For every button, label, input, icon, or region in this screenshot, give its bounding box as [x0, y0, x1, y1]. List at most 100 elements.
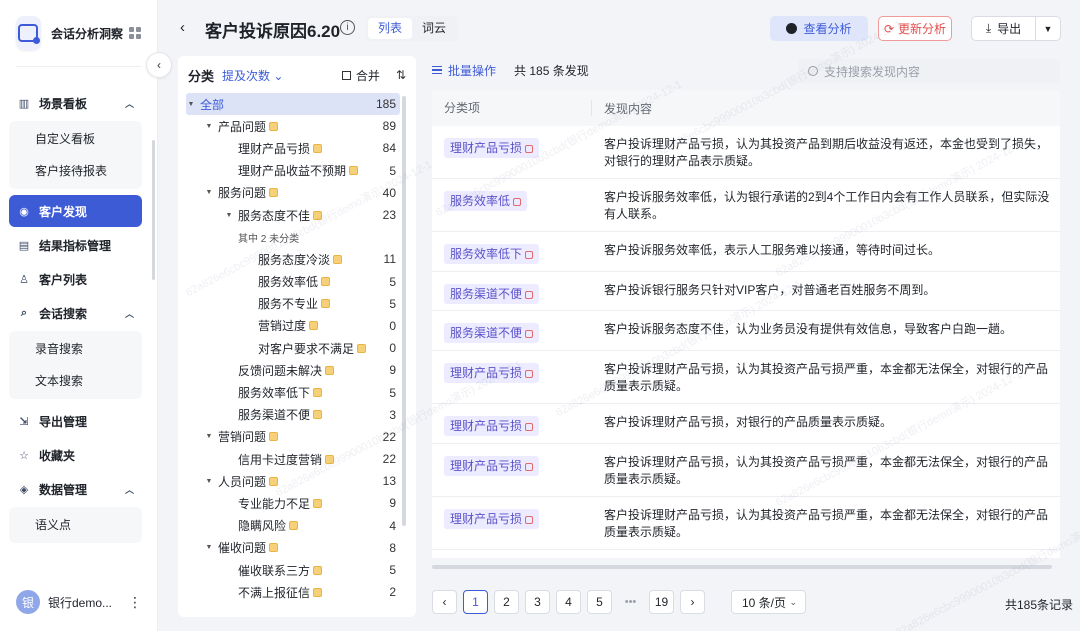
- tree-node[interactable]: 反馈问题未解决 9: [186, 359, 400, 381]
- caret-down-icon[interactable]: ▼: [204, 478, 214, 485]
- tag-edit-icon[interactable]: [513, 197, 522, 206]
- caret-down-icon[interactable]: ▼: [204, 433, 214, 440]
- tree-scrollbar[interactable]: [402, 96, 406, 526]
- tag-edit-icon[interactable]: [525, 369, 534, 378]
- table-row[interactable]: 理财产品亏损 客户投诉理财产品亏损，认为其投资产品亏损严重，本金都无法保全，对银行…: [432, 497, 1060, 550]
- app-grid-icon[interactable]: [129, 27, 141, 39]
- sidebar-item-6[interactable]: ☆ 收藏夹: [9, 439, 142, 471]
- tree-node[interactable]: 隐瞒风险 4: [186, 515, 400, 537]
- tree-node[interactable]: 服务效率低下 5: [186, 381, 400, 403]
- caret-down-icon[interactable]: ▼: [204, 544, 214, 551]
- page-button-last[interactable]: 19: [649, 590, 674, 614]
- tree-node[interactable]: 信用卡过度营销 22: [186, 448, 400, 470]
- view-analysis-button[interactable]: 查看分析: [770, 16, 868, 41]
- horizontal-scrollbar[interactable]: [432, 565, 1052, 569]
- avatar[interactable]: 银: [16, 590, 40, 614]
- page-size-select[interactable]: 10 条/页 ⌄: [731, 590, 806, 614]
- table-row[interactable]: 理财产品亏损 客户投诉理财产品亏损，认为其投资产品亏损严重，本金都无法保全，对银行…: [432, 351, 1060, 404]
- page-button[interactable]: 1: [463, 590, 488, 614]
- sort-order-icon[interactable]: ⇅: [396, 68, 406, 82]
- prev-page-button[interactable]: ‹: [432, 590, 457, 614]
- tree-node[interactable]: 理财产品收益不预期 5: [186, 160, 400, 182]
- tree-node[interactable]: 营销过度 0: [186, 315, 400, 337]
- tree-node[interactable]: 理财产品亏损 84: [186, 137, 400, 159]
- category-tag[interactable]: 服务效率低: [444, 191, 528, 211]
- batch-operation-button[interactable]: 批量操作: [432, 62, 496, 79]
- tree-node[interactable]: ▼ 催收问题 8: [186, 537, 400, 559]
- category-tag[interactable]: 理财产品亏损: [444, 416, 540, 436]
- sidebar-item-7[interactable]: ◈ 数据管理 ︿: [9, 473, 142, 505]
- tag-edit-icon[interactable]: [525, 422, 534, 431]
- table-row[interactable]: 理财产品亏损 客户投诉理财产品亏损，对银行的产品质量表示质疑。: [432, 404, 1060, 444]
- tab-wordcloud[interactable]: 词云: [412, 18, 456, 39]
- table-row[interactable]: 服务效率低 客户投诉服务效率低，认为银行承诺的2到4个工作日内会有工作人员联系，但…: [432, 179, 1060, 232]
- tree-node[interactable]: 服务效率低 5: [186, 271, 400, 293]
- tree-node[interactable]: 催收联系三方 5: [186, 559, 400, 581]
- category-tag[interactable]: 理财产品亏损: [444, 456, 540, 476]
- caret-down-icon[interactable]: ▼: [186, 101, 196, 108]
- category-tag[interactable]: 服务效率低下: [444, 244, 540, 264]
- category-tag[interactable]: 服务渠道不便: [444, 323, 540, 343]
- tag-edit-icon[interactable]: [525, 515, 534, 524]
- collapse-sidebar-button[interactable]: ‹: [146, 52, 172, 78]
- user-profile[interactable]: 银 银行demo... ⋮: [0, 573, 157, 631]
- sidebar-subitem[interactable]: 录音搜索: [9, 333, 142, 365]
- table-row[interactable]: 服务渠道不便 客户投诉银行服务只针对VIP客户，对普通老百姓服务不周到。: [432, 272, 1060, 311]
- caret-down-icon[interactable]: ▼: [204, 189, 214, 196]
- sidebar-item-4[interactable]: ⌕ 会话搜索 ︿: [9, 297, 142, 329]
- tree-node[interactable]: ▼ 服务态度不佳 23: [186, 204, 400, 226]
- search-input[interactable]: 支持搜索发现内容: [798, 59, 1060, 83]
- tag-edit-icon[interactable]: [525, 462, 534, 471]
- category-tag[interactable]: 服务渠道不便: [444, 284, 540, 304]
- tag-edit-icon[interactable]: [525, 290, 534, 299]
- update-analysis-button[interactable]: ⟳ 更新分析: [878, 16, 952, 41]
- export-main[interactable]: ⤓ 导出: [972, 17, 1036, 40]
- category-tag[interactable]: 理财产品亏损: [444, 138, 540, 158]
- tree-node[interactable]: ▼ 人员问题 13: [186, 470, 400, 492]
- tree-node[interactable]: ▼ 全部 185: [186, 93, 400, 116]
- sidebar-item-2[interactable]: ▤ 结果指标管理: [9, 229, 142, 261]
- page-button[interactable]: 5: [587, 590, 612, 614]
- sidebar-item-3[interactable]: ♙ 客户列表: [9, 263, 142, 295]
- sidebar-item-5[interactable]: ⇲ 导出管理: [9, 405, 142, 437]
- tag-edit-icon[interactable]: [525, 250, 534, 259]
- tab-list[interactable]: 列表: [368, 18, 413, 39]
- table-row[interactable]: 服务渠道不便 客户投诉服务态度不佳，认为业务员没有提供有效信息，导致客户白跑一趟。: [432, 311, 1060, 351]
- chevron-up-icon[interactable]: ︿: [125, 483, 134, 496]
- sidebar-subitem[interactable]: 自定义看板: [9, 123, 142, 155]
- tree-node[interactable]: 服务态度冷淡 11: [186, 248, 400, 270]
- page-button[interactable]: 4: [556, 590, 581, 614]
- chevron-up-icon[interactable]: ︿: [125, 97, 134, 110]
- sidebar-scrollbar[interactable]: [152, 140, 155, 280]
- category-tag[interactable]: 理财产品亏损: [444, 363, 540, 383]
- page-button[interactable]: 3: [525, 590, 550, 614]
- chevron-up-icon[interactable]: ︿: [125, 307, 134, 320]
- sidebar-item-0[interactable]: ▥ 场景看板 ︿: [9, 87, 142, 119]
- tag-edit-icon[interactable]: [525, 144, 534, 153]
- export-button[interactable]: ⤓ 导出 ▼: [971, 16, 1061, 41]
- sidebar-subitem[interactable]: 客户接待报表: [9, 155, 142, 187]
- tree-node[interactable]: 服务渠道不便 3: [186, 404, 400, 426]
- table-row[interactable]: 理财产品亏损 客户投诉理财产品亏损，认为其投资产品到期后收益没有返还，本金也受到了…: [432, 126, 1060, 179]
- more-options-icon[interactable]: ⋮: [128, 594, 142, 611]
- table-row[interactable]: 服务效率低下 客户投诉服务效率低，表示人工服务难以接通，等待时间过长。: [432, 232, 1060, 272]
- table-row[interactable]: 理财产品亏损 客户投诉理财产品亏损，认为其投资产品亏损严重，本金都无法保全，对银行…: [432, 444, 1060, 497]
- tree-node[interactable]: 对客户要求不满足 0: [186, 337, 400, 359]
- tree-node[interactable]: 不满上报征信 2: [186, 581, 400, 603]
- sort-dropdown[interactable]: 提及次数 ⌄: [222, 67, 283, 84]
- page-button[interactable]: 2: [494, 590, 519, 614]
- tree-node[interactable]: ▼ 营销问题 22: [186, 426, 400, 448]
- next-page-button[interactable]: ›: [680, 590, 705, 614]
- tree-node[interactable]: ▼ 产品问题 89: [186, 115, 400, 137]
- page-ellipsis[interactable]: •••: [618, 596, 643, 608]
- info-icon[interactable]: i: [340, 20, 355, 35]
- category-tag[interactable]: 理财产品亏损: [444, 509, 540, 529]
- export-dropdown-icon[interactable]: ▼: [1036, 24, 1060, 34]
- tree-node[interactable]: 服务不专业 5: [186, 293, 400, 315]
- tag-edit-icon[interactable]: [525, 329, 534, 338]
- tree-node[interactable]: 专业能力不足 9: [186, 492, 400, 514]
- caret-down-icon[interactable]: ▼: [204, 123, 214, 130]
- merge-button[interactable]: 合并: [341, 67, 380, 84]
- back-icon[interactable]: ‹: [180, 19, 185, 36]
- sidebar-subitem[interactable]: 语义点: [9, 509, 142, 541]
